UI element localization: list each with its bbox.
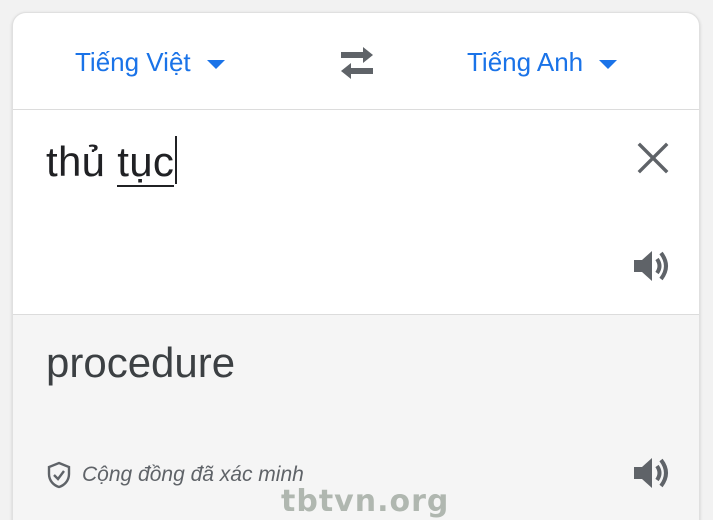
source-text-input[interactable]: thủ tục — [46, 136, 178, 188]
translation-text: procedure — [46, 339, 236, 386]
translate-card: Tiếng Việt Tiếng Anh thủ tục procedure C… — [12, 12, 700, 520]
source-language-button[interactable]: Tiếng Việt — [75, 43, 225, 81]
speaker-icon — [634, 458, 668, 488]
watermark-text: tbtvn.org — [281, 484, 450, 519]
close-icon — [637, 142, 669, 174]
target-language-label: Tiếng Anh — [467, 46, 584, 77]
target-language-button[interactable]: Tiếng Anh — [467, 43, 618, 81]
source-text-underlined: tục — [117, 138, 175, 187]
shield-check-icon — [47, 461, 71, 489]
source-language-label: Tiếng Việt — [75, 46, 191, 77]
language-bar: Tiếng Việt Tiếng Anh — [13, 13, 699, 110]
text-cursor — [175, 136, 178, 184]
verified-label: Cộng đồng đã xác minh — [82, 463, 304, 486]
chevron-down-icon — [206, 59, 225, 69]
swap-languages-button[interactable] — [333, 41, 381, 85]
clear-input-button[interactable] — [635, 140, 671, 176]
listen-source-button[interactable] — [631, 246, 675, 286]
chevron-down-icon — [599, 59, 618, 69]
source-text-plain: thủ — [46, 138, 118, 185]
source-input-area[interactable]: thủ tục — [13, 110, 699, 315]
speaker-icon — [634, 251, 668, 281]
listen-translation-button[interactable] — [631, 453, 675, 493]
verified-badge: Cộng đồng đã xác minh — [46, 461, 304, 489]
translate-screen: Tiếng Việt Tiếng Anh thủ tục procedure C… — [0, 0, 713, 520]
swap-arrows-icon — [341, 47, 373, 79]
